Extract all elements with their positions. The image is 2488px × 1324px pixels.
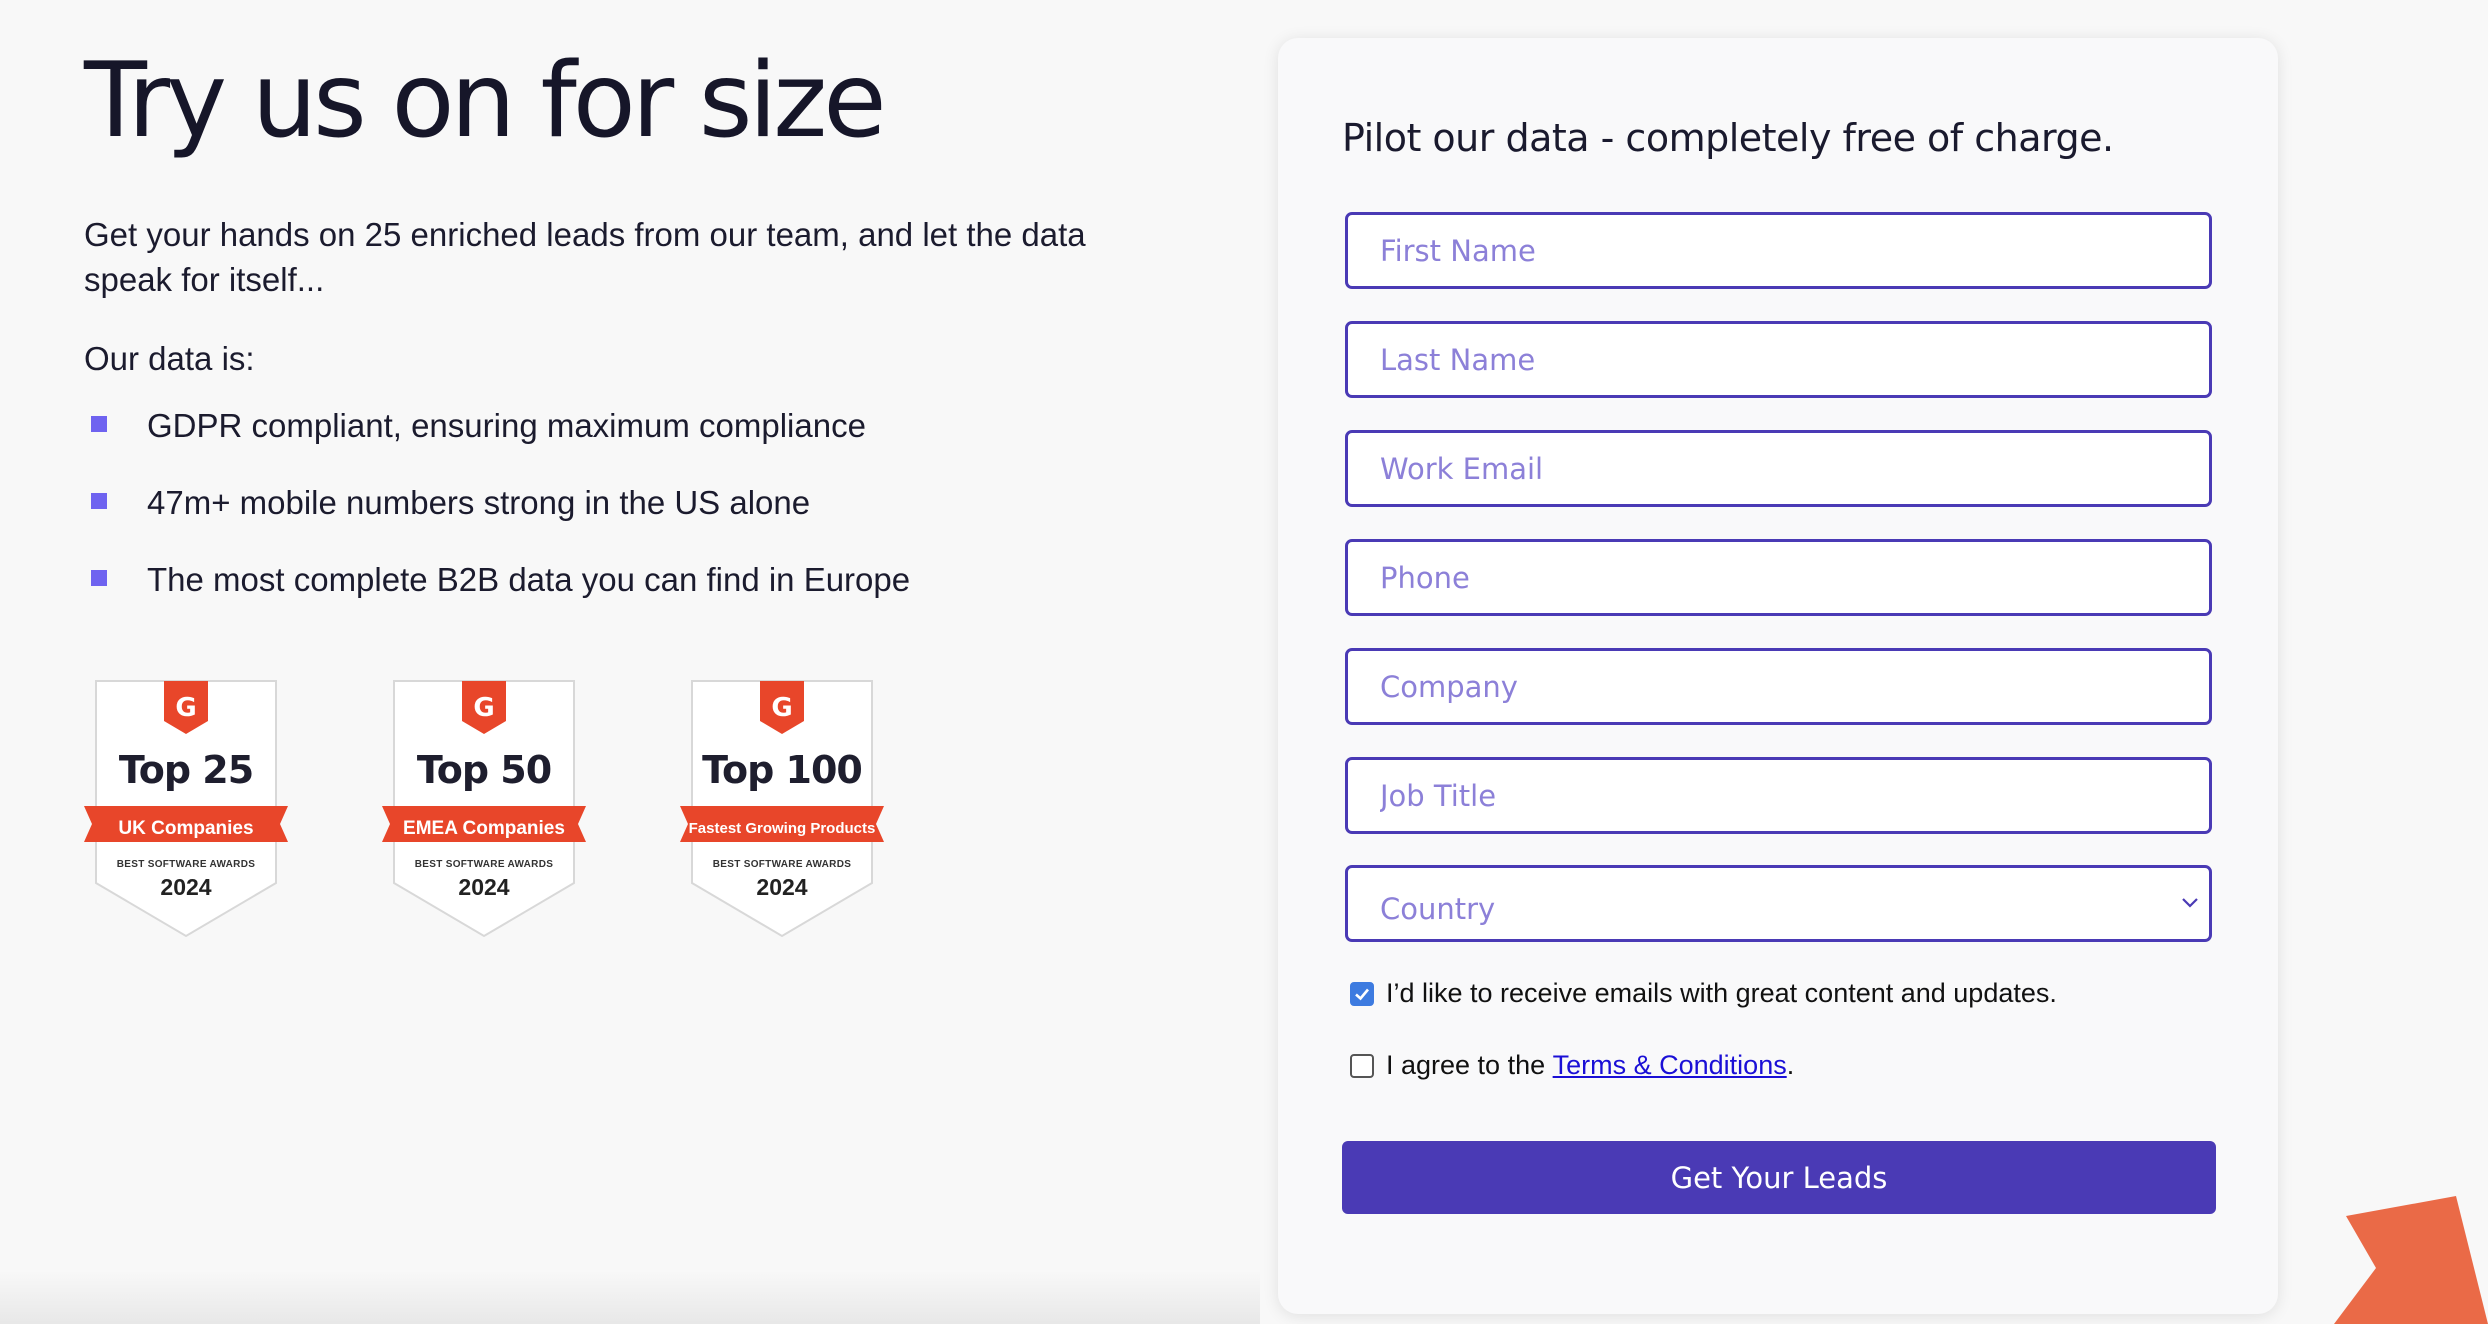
email-consent-row: I’d like to receive emails with great co… (1350, 978, 2057, 1009)
badge-year: 2024 (756, 874, 808, 900)
square-bullet-icon (91, 415, 107, 432)
badge-ribbon: Fastest Growing Products (688, 820, 876, 837)
badge-title: Top 50 (416, 748, 552, 792)
form-title: Pilot our data - completely free of char… (1342, 116, 2114, 160)
terms-link[interactable]: Terms & Conditions (1553, 1050, 1787, 1081)
intro-text: Get your hands on 25 enriched leads from… (84, 215, 1086, 298)
square-bullet-icon (91, 492, 107, 509)
feature-list: GDPR compliant, ensuring maximum complia… (84, 406, 1134, 600)
terms-consent-checkbox[interactable] (1350, 1053, 1374, 1078)
email-consent-checkbox[interactable] (1350, 981, 1374, 1006)
badge-ribbon: UK Companies (118, 818, 254, 839)
badge-award: BEST SOFTWARE AWARDS (712, 859, 852, 870)
page-title: Try us on for size (84, 41, 887, 161)
badge-ribbon: EMEA Companies (403, 818, 565, 839)
hero-section: Try us on for size Get your hands on 25 … (84, 40, 1134, 637)
list-item: The most complete B2B data you can find … (84, 560, 1134, 600)
lead-form-card: Pilot our data - completely free of char… (1278, 38, 2278, 1314)
company-field[interactable] (1345, 648, 2212, 725)
square-bullet-icon (91, 569, 107, 586)
bottom-fade (0, 1270, 1260, 1324)
svg-text:G: G (771, 693, 792, 723)
svg-text:G: G (473, 693, 494, 723)
list-item-text: GDPR compliant, ensuring maximum complia… (147, 406, 866, 444)
work-email-field[interactable] (1345, 430, 2212, 507)
badge-title: Top 25 (118, 748, 254, 792)
award-badge: G Top 50 EMEA Companies BEST SOFTWARE AW… (382, 678, 586, 940)
badge-award: BEST SOFTWARE AWARDS (414, 859, 554, 870)
terms-consent-row: I agree to the Terms & Conditions . (1350, 1050, 1794, 1081)
list-item-text: 47m+ mobile numbers strong in the US alo… (147, 483, 811, 521)
award-badge: G Top 25 UK Companies BEST SOFTWARE AWAR… (84, 678, 288, 940)
last-name-field[interactable] (1345, 321, 2212, 398)
svg-text:G: G (175, 693, 196, 723)
check-icon (1355, 988, 1369, 1000)
country-select[interactable]: Country (1345, 865, 2212, 942)
list-item: 47m+ mobile numbers strong in the US alo… (84, 483, 1134, 523)
terms-suffix: . (1786, 1050, 1795, 1080)
badge-title: Top 100 (702, 748, 863, 792)
badge-award: BEST SOFTWARE AWARDS (116, 859, 256, 870)
get-leads-button[interactable]: Get Your Leads (1342, 1141, 2216, 1214)
decorative-arrow-icon (2334, 1196, 2488, 1324)
first-name-field[interactable] (1345, 212, 2212, 289)
list-item-text: The most complete B2B data you can find … (147, 560, 911, 598)
award-badge: G Top 100 Fastest Growing Products BEST … (680, 678, 884, 940)
badge-year: 2024 (160, 874, 212, 900)
badge-year: 2024 (458, 874, 510, 900)
data-is-label: Our data is: (84, 339, 255, 377)
country-select-wrapper: Country (1345, 865, 2212, 942)
phone-field[interactable] (1345, 539, 2212, 616)
list-item: GDPR compliant, ensuring maximum complia… (84, 406, 1134, 446)
job-title-field[interactable] (1345, 757, 2212, 834)
terms-prefix: I agree to the (1386, 1050, 1553, 1080)
email-consent-label: I’d like to receive emails with great co… (1386, 978, 2057, 1008)
